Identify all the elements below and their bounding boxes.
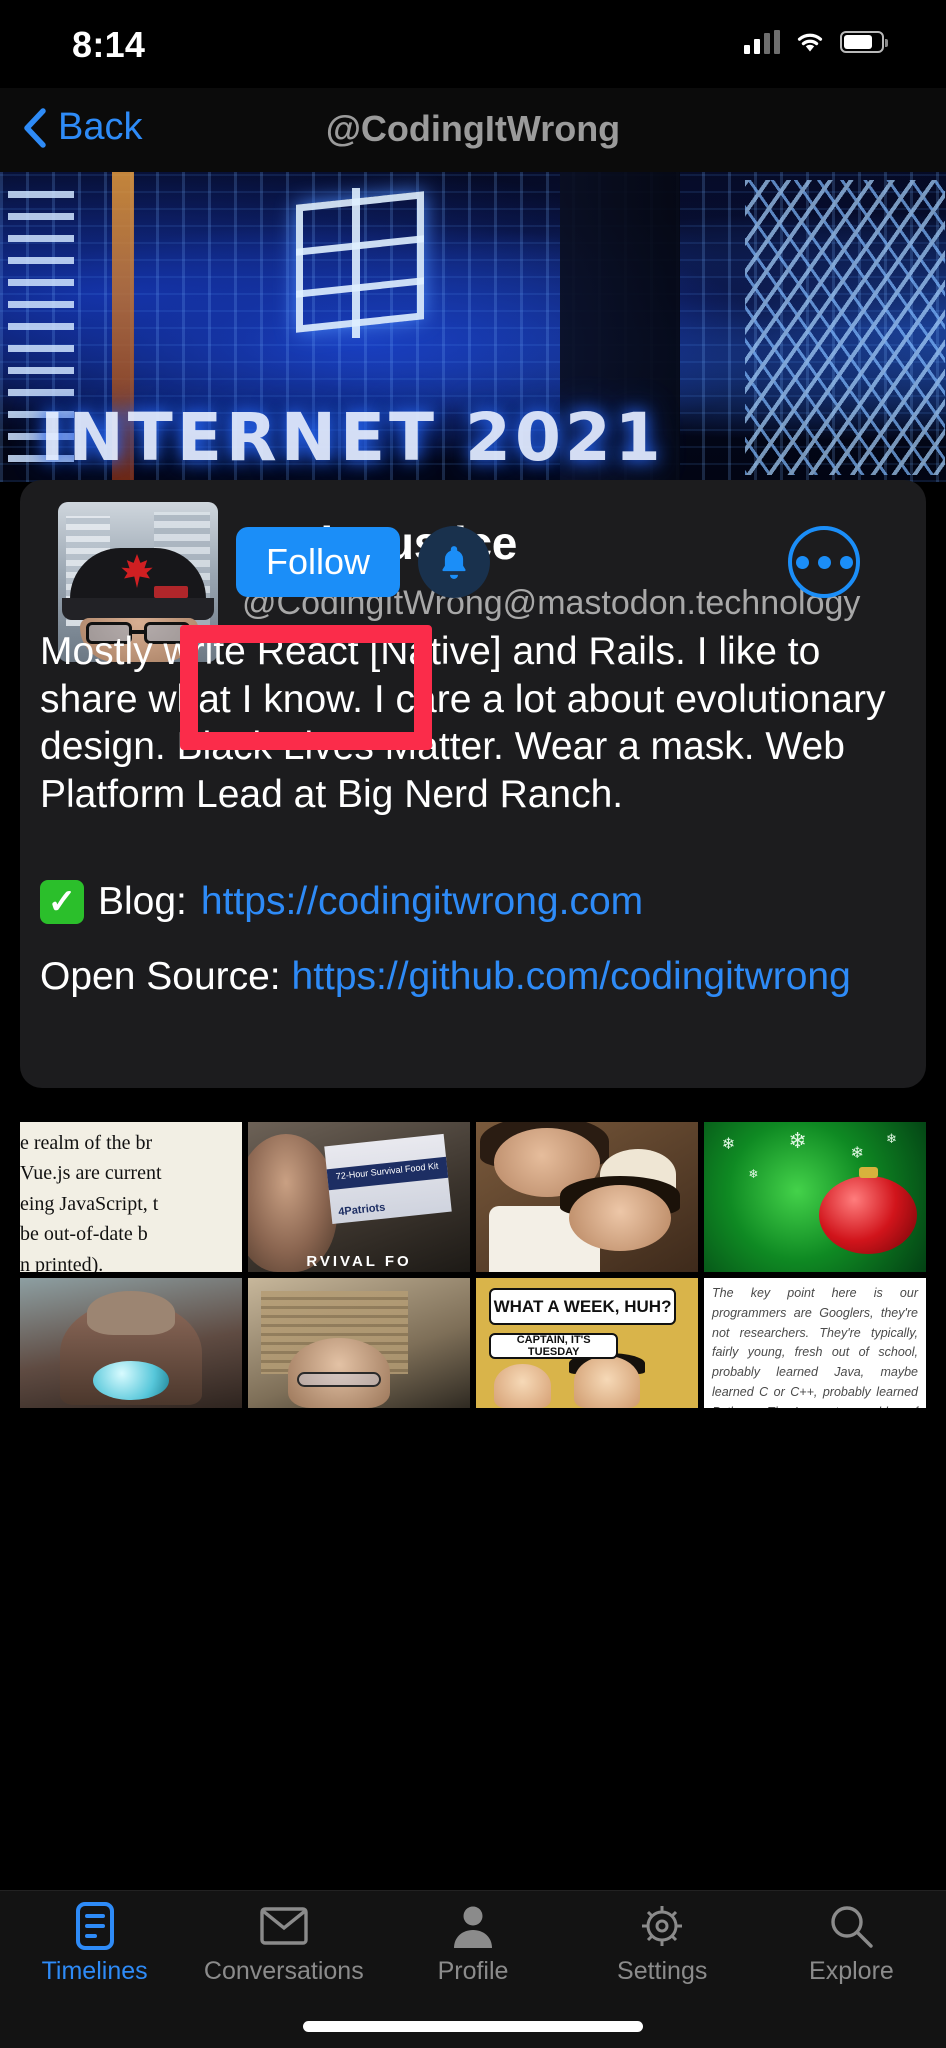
- app-screen: 8:14 Back @CodingItWrong INTERNET 2021 @…: [0, 0, 946, 2048]
- tab-settings[interactable]: Settings: [568, 1891, 757, 2001]
- cellular-signal-icon: [744, 30, 780, 54]
- tab-label: Timelines: [41, 1957, 148, 1985]
- profile-banner-image[interactable]: INTERNET 2021: [0, 172, 946, 482]
- media-decor: 72-Hour Survival Food Kit 4Patriots: [324, 1133, 452, 1225]
- search-icon: [828, 1901, 874, 1951]
- media-tile[interactable]: WHAT A WEEK, HUH? CAPTAIN, IT'S TUESDAY: [476, 1278, 698, 1408]
- follow-controls: Follow: [236, 526, 491, 598]
- tab-bar: Timelines Conversations Profile Settings…: [0, 1890, 946, 2048]
- timelines-icon: [75, 1901, 115, 1951]
- comic-speech-bubble: CAPTAIN, IT'S TUESDAY: [489, 1332, 619, 1359]
- blog-url-link[interactable]: https://codingitwrong.com: [201, 880, 643, 924]
- media-tile[interactable]: e realm of the br Vue.js are current ein…: [20, 1122, 242, 1272]
- media-tile-text: The key point here is our programmers ar…: [712, 1286, 918, 1408]
- tab-explore[interactable]: Explore: [757, 1891, 946, 2001]
- tab-conversations[interactable]: Conversations: [189, 1891, 378, 2001]
- media-tile[interactable]: [476, 1122, 698, 1272]
- media-tile[interactable]: ❄ ❄ ❄ ❄ ❄: [704, 1122, 926, 1272]
- tab-profile[interactable]: Profile: [378, 1891, 567, 2001]
- gear-icon: [638, 1901, 686, 1951]
- media-tile[interactable]: The key point here is our programmers ar…: [704, 1278, 926, 1408]
- status-bar: 8:14: [0, 0, 946, 88]
- media-tile[interactable]: [248, 1278, 470, 1408]
- person-icon: [451, 1901, 495, 1951]
- wifi-icon: [797, 33, 823, 52]
- tab-timelines[interactable]: Timelines: [0, 1891, 189, 2001]
- check-mark-icon: ✓: [40, 880, 84, 924]
- battery-icon: [840, 31, 888, 53]
- ellipsis-dot: [817, 555, 831, 569]
- follow-button[interactable]: Follow: [236, 527, 401, 597]
- media-decor: [86, 1291, 176, 1336]
- ellipsis-circle-icon[interactable]: [788, 526, 860, 598]
- bell-icon[interactable]: [418, 526, 491, 598]
- media-tile-caption: RVIVAL FO: [306, 1253, 412, 1270]
- profile-media-grid: e realm of the br Vue.js are current ein…: [20, 1122, 926, 1412]
- envelope-icon: [260, 1901, 308, 1951]
- profile-bio: Mostly write React [Native] and Rails. I…: [40, 630, 886, 816]
- ellipsis-dot: [795, 555, 809, 569]
- media-tile[interactable]: [20, 1278, 242, 1408]
- comic-speech-bubble: WHAT A WEEK, HUH?: [489, 1288, 676, 1325]
- media-tile[interactable]: 72-Hour Survival Food Kit 4Patriots RVIV…: [248, 1122, 470, 1272]
- tab-label: Profile: [437, 1957, 509, 1985]
- bell-glyph: [442, 546, 466, 579]
- media-decor: [569, 1185, 672, 1251]
- ellipsis-dot: [839, 555, 853, 569]
- profile-link-blog: ✓ Blog: https://codingitwrong.com: [40, 880, 906, 924]
- status-indicators: [744, 30, 888, 54]
- tab-label: Conversations: [203, 1957, 364, 1985]
- navigation-bar: Back @CodingItWrong: [0, 88, 946, 172]
- media-decor: [493, 1363, 552, 1408]
- open-source-label: Open Source:: [40, 955, 281, 998]
- media-decor: [819, 1166, 918, 1254]
- media-decor: [296, 1371, 382, 1388]
- open-source-url-link[interactable]: https://github.com/codingitwrong: [292, 955, 851, 998]
- media-tile-brand: 4Patriots: [337, 1201, 386, 1219]
- blog-label: Blog:: [98, 880, 187, 923]
- media-tile-text: e realm of the br Vue.js are current ein…: [20, 1132, 162, 1272]
- profile-card: Josh Justice @CodingItWrong@mastodon.tec…: [20, 480, 926, 1088]
- tab-label: Explore: [809, 1957, 894, 1985]
- banner-overlay-text: INTERNET 2021: [40, 399, 665, 476]
- home-indicator: [303, 2021, 643, 2032]
- media-decor: [93, 1361, 169, 1401]
- tab-list: Timelines Conversations Profile Settings…: [0, 1891, 946, 2001]
- media-decor: [573, 1356, 641, 1408]
- media-tile-label: 72-Hour Survival Food Kit: [335, 1161, 439, 1182]
- status-time: 8:14: [72, 24, 146, 65]
- page-title: @CodingItWrong: [325, 108, 621, 149]
- media-decor: 72-Hour Survival Food Kit: [326, 1157, 448, 1190]
- media-decor: [248, 1134, 337, 1272]
- profile-link-open-source: Open Source: https://github.com/codingit…: [40, 952, 906, 1003]
- tab-label: Settings: [617, 1957, 708, 1985]
